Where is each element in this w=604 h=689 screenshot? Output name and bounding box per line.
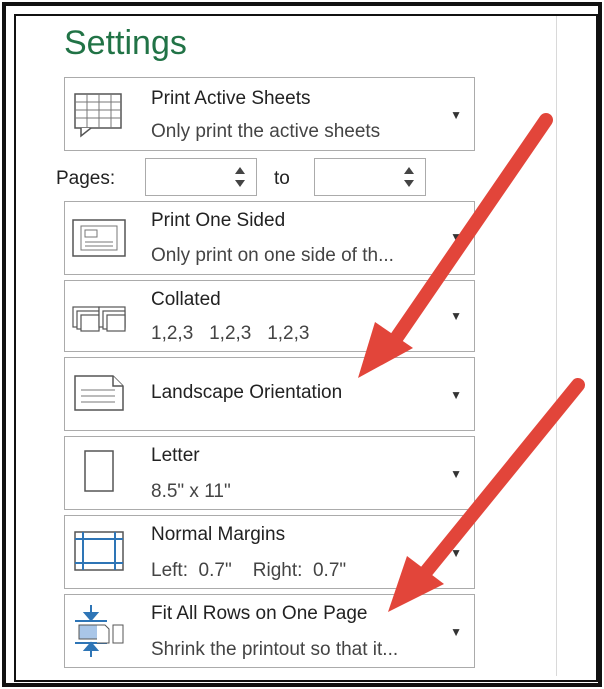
annotation-arrows <box>358 113 585 612</box>
arrow-to-orientation <box>358 113 553 378</box>
arrow-to-scaling <box>388 378 585 612</box>
